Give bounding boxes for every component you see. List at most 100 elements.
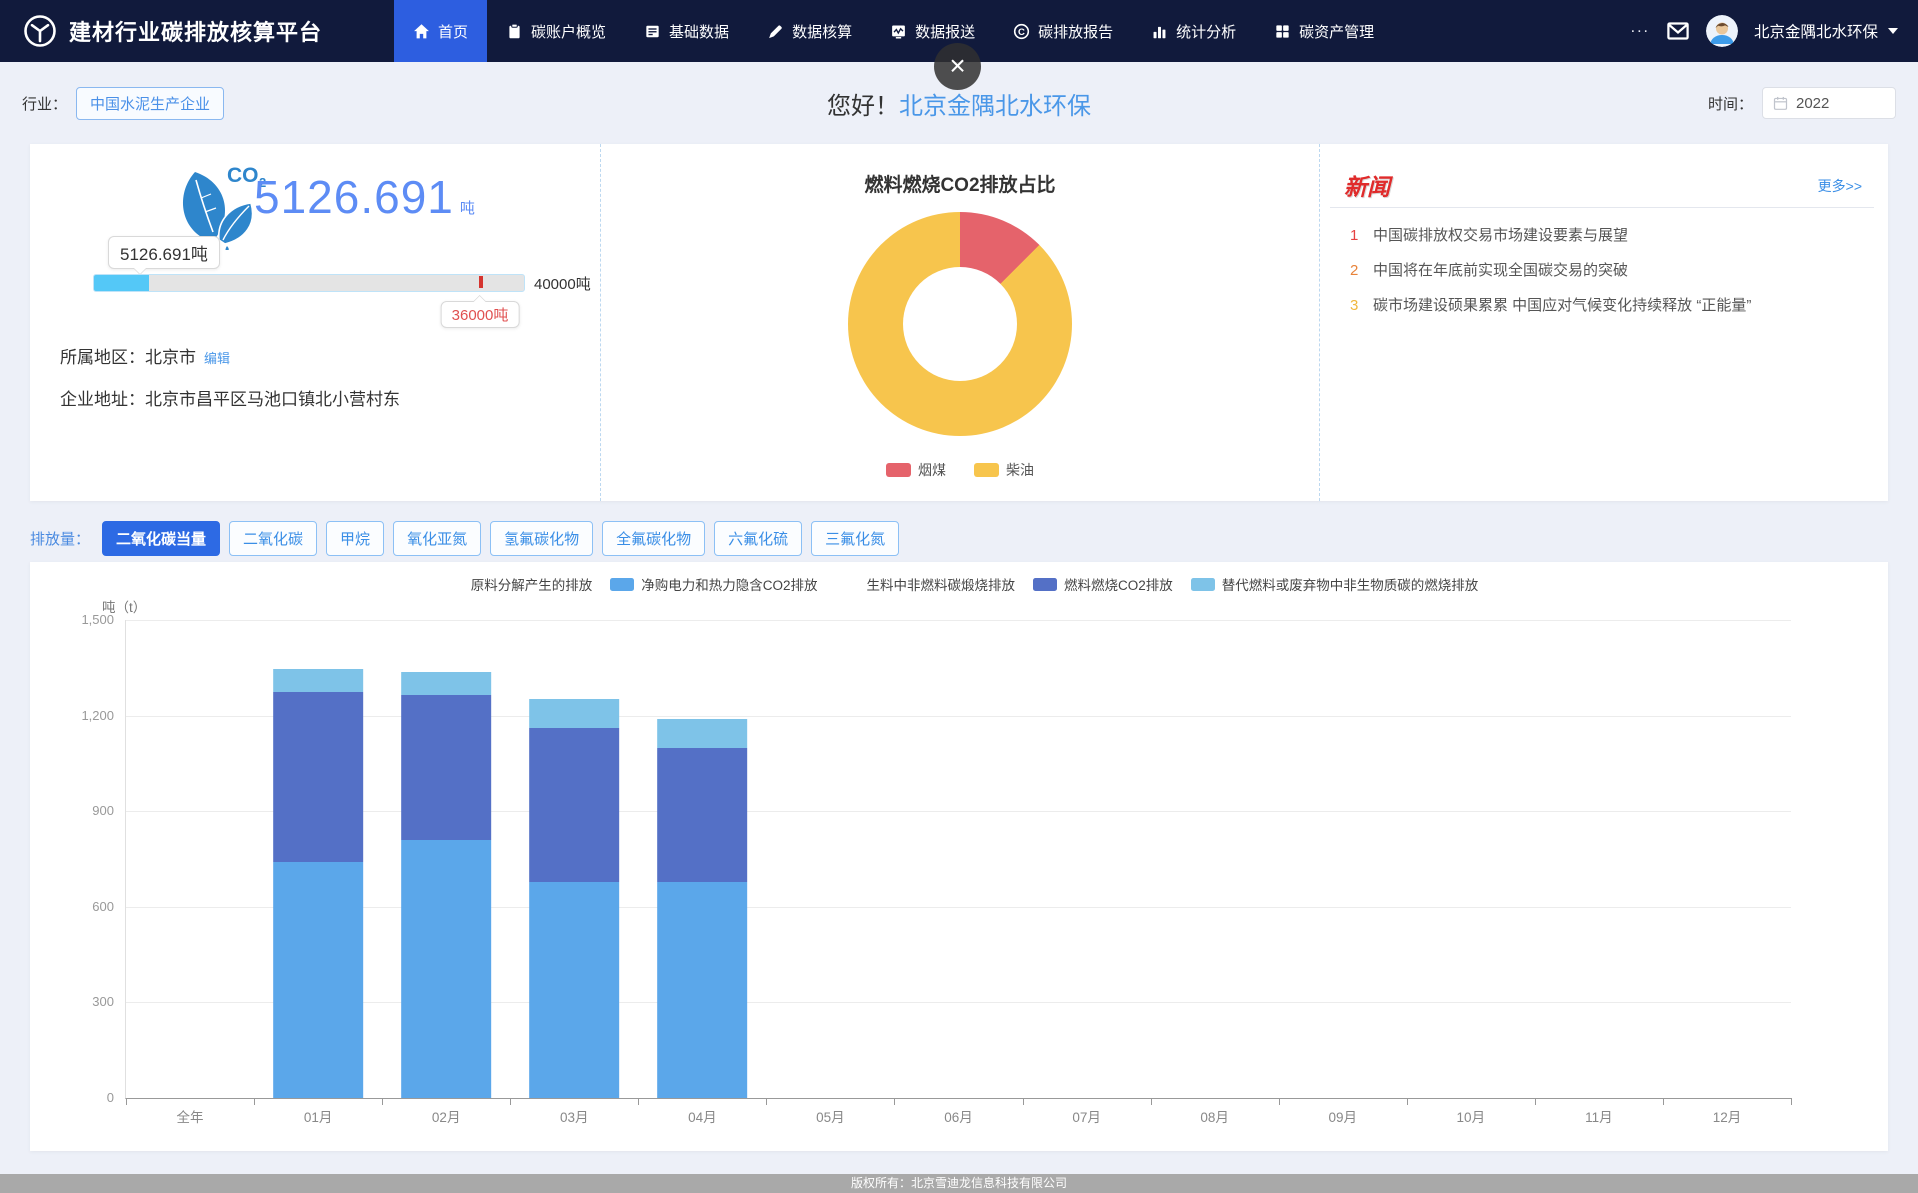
bar-slot-03月: 03月 (510, 620, 638, 1098)
caret-down-icon[interactable] (1888, 28, 1898, 34)
nav-more-button[interactable]: ... (1631, 19, 1650, 43)
nav-item-grid[interactable]: 碳资产管理 (1255, 0, 1393, 62)
gas-tabs-row: 排放量： 二氧化碳当量二氧化碳甲烷氧化亚氮氢氟碳化物全氟碳化物六氟化硫三氟化氮 (30, 522, 1918, 554)
address-line: 企业地址：北京市昌平区马池口镇北小营村东 (60, 385, 400, 410)
bar-chart-plot: 03006009001,2001,500全年01月02月03月04月05月06月… (125, 620, 1791, 1099)
co2-unit: 吨 (460, 200, 476, 217)
news-list: 1中国碳排放权交易市场建设要素与展望 2中国将在年底前实现全国碳交易的突破 3碳市场… (1350, 224, 1868, 329)
bar-legend-item-1[interactable]: 净购电力和热力隐含CO2排放 (610, 574, 817, 594)
bar-legend-item-0[interactable]: 原料分解产生的排放 (440, 574, 593, 594)
nav-item-label: 碳账户概览 (531, 21, 606, 42)
x-tick (1151, 1098, 1152, 1105)
greeting-company[interactable]: 北京金隅北水环保 (899, 93, 1091, 120)
mail-icon[interactable] (1666, 19, 1690, 43)
news-item-title: 中国将在年底前实现全国碳交易的突破 (1373, 259, 1628, 280)
x-axis-label: 06月 (894, 1106, 1022, 1126)
legend-swatch (886, 463, 911, 477)
donut-title: 燃料燃烧CO2排放占比 (601, 170, 1319, 197)
bar-slot-12月: 12月 (1663, 620, 1791, 1098)
news-panel: 新闻 更多>> 1中国碳排放权交易市场建设要素与展望 2中国将在年底前实现全国碳交… (1320, 144, 1888, 501)
news-title: 新闻 (1344, 168, 1390, 202)
nav-item-label: 首页 (438, 21, 468, 42)
news-item-2[interactable]: 2中国将在年底前实现全国碳交易的突破 (1350, 259, 1868, 280)
database-icon (644, 23, 661, 40)
avatar[interactable] (1706, 15, 1738, 47)
bar-legend-item-2[interactable]: 生料中非燃料碳煅烧排放 (836, 574, 1016, 594)
y-tick-label: 300 (54, 994, 114, 1009)
close-button[interactable]: × (934, 43, 981, 90)
edit-region-link[interactable]: 编辑 (204, 351, 230, 366)
donut-legend-item-1[interactable]: 柴油 (974, 460, 1034, 480)
bar-slot-05月: 05月 (766, 620, 894, 1098)
stats-icon (1151, 23, 1168, 40)
nav-right-cluster: ... 北京金隅北水环保 (1631, 0, 1918, 62)
gas-tab-0[interactable]: 二氧化碳当量 (102, 521, 220, 556)
fuel-donut-panel: 燃料燃烧CO2排放占比 烟煤 柴油 (601, 144, 1320, 501)
nav-item-label: 统计分析 (1176, 21, 1236, 42)
nav-item-home[interactable]: 首页 (394, 0, 487, 62)
greeting-prefix: 您好！ (827, 93, 899, 120)
bar-slot-10月: 10月 (1407, 620, 1535, 1098)
x-axis-label: 全年 (126, 1106, 254, 1126)
bar-legend-item-4[interactable]: 替代燃料或废弃物中非生物质碳的燃烧排放 (1191, 574, 1479, 594)
x-axis-label: 01月 (254, 1106, 382, 1126)
nav-item-label: 碳排放报告 (1038, 21, 1113, 42)
legend-label: 原料分解产生的排放 (471, 574, 593, 594)
tabs-label: 排放量： (30, 528, 90, 549)
news-more-link[interactable]: 更多>> (1818, 176, 1862, 196)
time-group: 时间： 2022 (1708, 87, 1896, 119)
gas-tab-7[interactable]: 三氟化氮 (811, 521, 899, 556)
gas-tab-4[interactable]: 氢氟碳化物 (490, 521, 593, 556)
bar-slot-01月: 01月 (254, 620, 382, 1098)
user-name[interactable]: 北京金隅北水环保 (1754, 20, 1878, 42)
news-item-title: 碳市场建设硕果累累 中国应对气候变化持续释放 “正能量” (1373, 294, 1751, 315)
y-tick-label: 600 (54, 899, 114, 914)
news-item-3[interactable]: 3碳市场建设硕果累累 中国应对气候变化持续释放 “正能量” (1350, 294, 1868, 315)
gas-tab-2[interactable]: 甲烷 (326, 521, 384, 556)
grid-icon (1274, 23, 1291, 40)
nav-item-database[interactable]: 基础数据 (625, 0, 748, 62)
bar-slot-11月: 11月 (1535, 620, 1663, 1098)
legend-swatch (974, 463, 999, 477)
year-picker[interactable]: 2022 (1762, 87, 1896, 119)
industry-button[interactable]: 中国水泥生产企业 (76, 87, 224, 120)
bar-slot-06月: 06月 (894, 620, 1022, 1098)
x-tick (510, 1098, 511, 1105)
report-icon (890, 23, 907, 40)
bar-legend-item-3[interactable]: 燃料燃烧CO2排放 (1033, 574, 1173, 594)
x-axis-label: 03月 (510, 1106, 638, 1126)
legend-swatch (836, 578, 860, 591)
gas-tab-5[interactable]: 全氟碳化物 (602, 521, 705, 556)
gas-tab-1[interactable]: 二氧化碳 (229, 521, 317, 556)
x-tick (638, 1098, 639, 1105)
bar-segment (658, 719, 748, 748)
donut-legend-item-0[interactable]: 烟煤 (886, 460, 946, 480)
x-tick (894, 1098, 895, 1105)
greeting: 您好！北京金隅北水环保 (827, 86, 1091, 121)
nav-item-pen[interactable]: 数据核算 (748, 0, 871, 62)
bar-slot-全年: 全年 (126, 620, 254, 1098)
emission-summary-panel: CO 2 5126.691吨 5126.691吨 40000吨 36000吨 (30, 144, 601, 501)
gas-tab-6[interactable]: 六氟化硫 (714, 521, 802, 556)
y-tick-label: 1,500 (54, 612, 114, 627)
x-tick (254, 1098, 255, 1105)
nav-item-copyright[interactable]: C碳排放报告 (994, 0, 1132, 62)
calendar-icon (1773, 96, 1788, 111)
nav-item-label: 基础数据 (669, 21, 729, 42)
nav-item-stats[interactable]: 统计分析 (1132, 0, 1255, 62)
x-axis-label: 11月 (1535, 1106, 1663, 1126)
industry-group: 行业： 中国水泥生产企业 (22, 87, 224, 120)
nav-item-label: 数据报送 (915, 21, 975, 42)
nav-item-label: 数据核算 (792, 21, 852, 42)
monthly-chart-card: 原料分解产生的排放净购电力和热力隐含CO2排放生料中非燃料碳煅烧排放燃料燃烧CO… (30, 562, 1888, 1151)
industry-label: 行业： (22, 93, 67, 114)
news-item-1[interactable]: 1中国碳排放权交易市场建设要素与展望 (1350, 224, 1868, 245)
summary-card: CO 2 5126.691吨 5126.691吨 40000吨 36000吨 (30, 144, 1888, 501)
nav-item-clipboard[interactable]: 碳账户概览 (487, 0, 625, 62)
x-axis-label: 08月 (1151, 1106, 1279, 1126)
app-title: 建材行业碳排放核算平台 (69, 15, 322, 47)
x-axis-label: 07月 (1023, 1106, 1151, 1126)
gas-tab-3[interactable]: 氧化亚氮 (393, 521, 481, 556)
home-icon (413, 23, 430, 40)
x-axis-label: 12月 (1663, 1106, 1791, 1126)
